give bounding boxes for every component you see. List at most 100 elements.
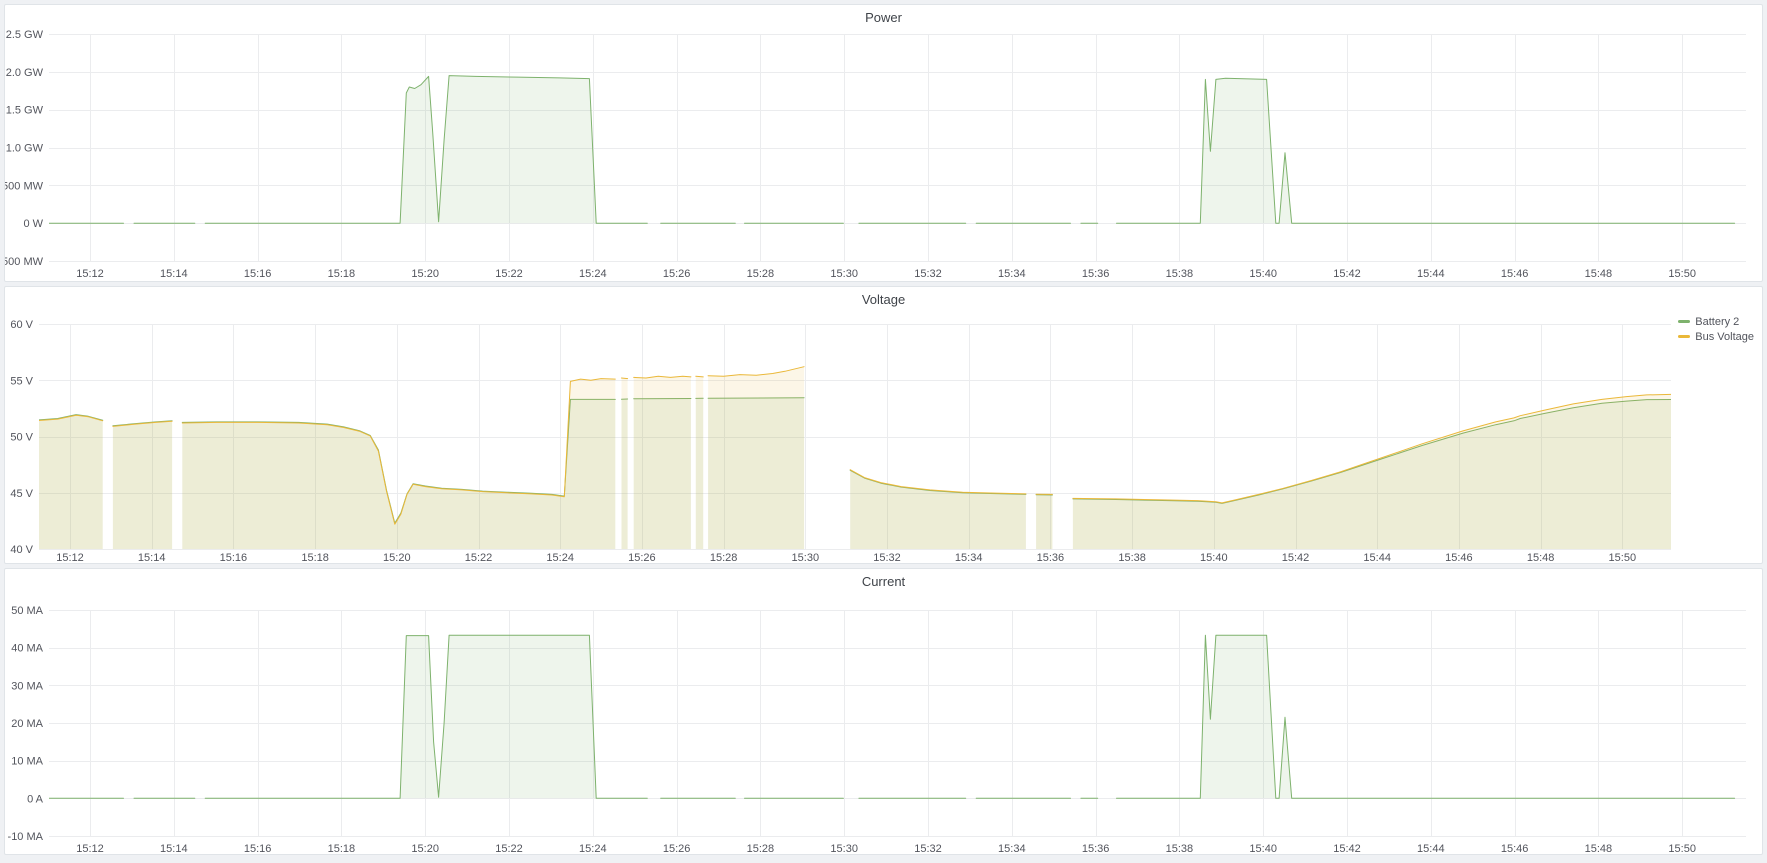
legend-item-bus-voltage[interactable]: Bus Voltage [1678, 329, 1754, 344]
y-axis-tick-label: 1.0 GW [6, 143, 44, 155]
y-axis-tick-label: 55 V [10, 375, 33, 387]
voltage-chart[interactable]: 60 V55 V50 V45 V40 V15:1215:1415:1615:18… [5, 287, 1762, 563]
x-axis-tick-label: 15:28 [747, 843, 775, 854]
series-area-bus-voltage [634, 376, 691, 549]
x-axis-tick-label: 15:18 [301, 552, 329, 563]
series-area-current [1117, 635, 1735, 798]
series-area-bus-voltage [1073, 394, 1678, 549]
x-axis-tick-label: 15:32 [873, 552, 901, 563]
x-axis-tick-label: 15:50 [1609, 552, 1637, 563]
x-axis-tick-label: 15:14 [160, 843, 188, 854]
x-axis-tick-label: 15:40 [1249, 843, 1277, 854]
x-axis-tick-label: 15:46 [1445, 552, 1473, 563]
x-axis-tick-label: 15:42 [1333, 843, 1361, 854]
x-axis-tick-label: 15:38 [1166, 268, 1194, 280]
legend-color-dash-battery-2 [1678, 320, 1690, 323]
x-axis-tick-label: 15:30 [792, 552, 820, 563]
x-axis-tick-label: 15:22 [465, 552, 493, 563]
series-area-bus-voltage [622, 378, 628, 549]
x-axis-tick-label: 15:26 [663, 843, 691, 854]
x-axis-tick-label: 15:28 [710, 552, 738, 563]
legend-color-dash-bus-voltage [1678, 335, 1690, 338]
panel-voltage: Voltage 60 V55 V50 V45 V40 V15:1215:1415… [4, 286, 1763, 564]
x-axis-tick-label: 15:44 [1363, 552, 1391, 563]
series-area-power [205, 76, 647, 224]
panel-power: Power 2.5 GW 2.0 GW 1.5 GW 1.0 GW 500 MW 0 W -… [4, 4, 1763, 282]
series-area-bus-voltage [708, 367, 804, 549]
y-axis-tick-label: 20 MA [11, 718, 43, 730]
series-area-current [205, 635, 647, 798]
series-area-bus-voltage [182, 379, 615, 549]
x-axis-tick-label: 15:36 [1082, 268, 1110, 280]
voltage-chart-svg: 60 V55 V50 V45 V40 V15:1215:1415:1615:18… [5, 287, 1762, 563]
legend-label: Battery 2 [1695, 316, 1739, 328]
x-axis-tick-label: 15:32 [914, 843, 942, 854]
power-chart-svg: 2.5 GW 2.0 GW 1.5 GW 1.0 GW 500 MW 0 W -500 MW… [5, 5, 1762, 281]
x-axis-tick-label: 15:16 [244, 268, 272, 280]
y-axis-tick-label: 0 A [27, 793, 44, 805]
x-axis-tick-label: 15:24 [579, 268, 607, 280]
current-chart-svg: 50 MA 40 MA 30 MA 20 MA 10 MA 0 A -10 MA 15:12 1… [5, 569, 1762, 854]
x-axis-tick-label: 15:44 [1417, 843, 1445, 854]
y-axis-tick-label: 30 MA [11, 680, 43, 692]
x-axis-tick-label: 15:28 [747, 268, 775, 280]
x-axis-tick-label: 15:38 [1166, 843, 1194, 854]
x-axis-tick-label: 15:30 [830, 268, 858, 280]
x-axis-tick-label: 15:20 [383, 552, 411, 563]
series-area-bus-voltage [113, 421, 172, 549]
x-axis-tick-label: 15:14 [138, 552, 166, 563]
panel-title-current: Current [5, 574, 1762, 590]
x-axis-tick-label: 15:24 [546, 552, 574, 563]
x-axis-tick-label: 15:26 [663, 268, 691, 280]
x-axis-tick-label: 15:46 [1501, 268, 1529, 280]
y-axis-tick-label: 45 V [10, 488, 33, 500]
series-area-bus-voltage [1036, 494, 1052, 549]
current-chart[interactable]: 50 MA 40 MA 30 MA 20 MA 10 MA 0 A -10 MA 15:12 1… [5, 569, 1762, 854]
x-axis-tick-label: 15:26 [628, 552, 656, 563]
x-axis-tick-label: 15:34 [998, 843, 1026, 854]
y-axis-tick-label: 10 MA [11, 756, 43, 768]
series-area-bus-voltage [35, 415, 102, 549]
x-axis-tick-label: 15:18 [328, 843, 356, 854]
legend-item-battery-2[interactable]: Battery 2 [1678, 314, 1739, 329]
x-axis-tick-label: 15:12 [76, 843, 104, 854]
panel-title-power: Power [5, 10, 1762, 26]
x-axis-tick-label: 15:38 [1118, 552, 1146, 563]
x-axis-tick-label: 15:24 [579, 843, 607, 854]
grafana-dashboard: { "page": { "background": "#eff1f4" }, "… [0, 0, 1767, 863]
y-axis-tick-label: 2.0 GW [6, 67, 44, 79]
x-axis-tick-label: 15:40 [1249, 268, 1277, 280]
y-axis-tick-label: 500 MW [5, 180, 44, 192]
x-axis-tick-label: 15:44 [1417, 268, 1445, 280]
x-axis-tick-label: 15:34 [998, 268, 1026, 280]
y-axis-tick-label: 0 W [23, 218, 43, 230]
y-axis-tick-label: -10 MA [8, 831, 44, 843]
voltage-legend: Battery 2 Bus Voltage [1678, 314, 1754, 344]
x-axis-tick-label: 15:30 [830, 843, 858, 854]
x-axis-tick-label: 15:16 [244, 843, 272, 854]
x-axis-tick-label: 15:22 [495, 268, 523, 280]
y-axis-tick-label: 2.5 GW [6, 29, 44, 41]
x-axis-tick-label: 15:20 [411, 268, 439, 280]
legend-label: Bus Voltage [1695, 331, 1754, 343]
panel-title-voltage: Voltage [5, 292, 1762, 308]
x-axis-tick-label: 15:34 [955, 552, 983, 563]
y-axis-tick-label: 60 V [10, 319, 33, 331]
series-line-bus-voltage [696, 376, 703, 377]
x-axis-tick-label: 15:14 [160, 268, 188, 280]
panel-current: Current 50 MA 40 MA 30 MA 20 MA 10 MA 0 A -10 … [4, 568, 1763, 855]
x-axis-tick-label: 15:42 [1333, 268, 1361, 280]
power-chart[interactable]: 2.5 GW 2.0 GW 1.5 GW 1.0 GW 500 MW 0 W -500 MW… [5, 5, 1762, 281]
x-axis-tick-label: 15:36 [1082, 843, 1110, 854]
y-axis-tick-label: 50 MA [11, 605, 43, 617]
y-axis-tick-label: 1.5 GW [6, 105, 44, 117]
x-axis-tick-label: 15:32 [914, 268, 942, 280]
y-axis-tick-label: 40 MA [11, 643, 43, 655]
y-axis-tick-label: -500 MW [5, 256, 44, 268]
x-axis-tick-label: 15:48 [1585, 843, 1613, 854]
x-axis-tick-label: 15:12 [76, 268, 104, 280]
x-axis-tick-label: 15:48 [1527, 552, 1555, 563]
series-area-bus-voltage [696, 376, 703, 549]
x-axis-tick-label: 15:36 [1037, 552, 1065, 563]
x-axis-tick-label: 15:20 [411, 843, 439, 854]
